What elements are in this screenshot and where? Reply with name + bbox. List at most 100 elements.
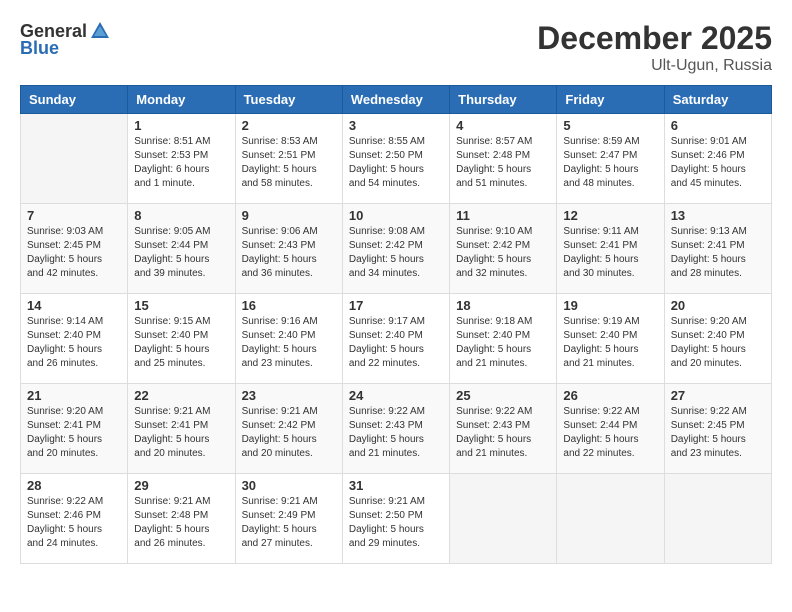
day-number: 21 <box>27 388 121 403</box>
calendar-cell <box>450 474 557 564</box>
day-info: Sunrise: 9:18 AM Sunset: 2:40 PM Dayligh… <box>456 315 550 371</box>
month-year-title: December 2025 <box>537 20 772 57</box>
calendar-cell: 2Sunrise: 8:53 AM Sunset: 2:51 PM Daylig… <box>235 114 342 204</box>
column-header-friday: Friday <box>557 86 664 114</box>
calendar-week-row: 28Sunrise: 9:22 AM Sunset: 2:46 PM Dayli… <box>21 474 772 564</box>
day-number: 10 <box>349 208 443 223</box>
calendar-header-row: SundayMondayTuesdayWednesdayThursdayFrid… <box>21 86 772 114</box>
day-info: Sunrise: 9:14 AM Sunset: 2:40 PM Dayligh… <box>27 315 121 371</box>
calendar-cell: 12 Sunrise: 9:11 AM Sunset: 2:41 PM Dayli… <box>557 204 664 294</box>
day-info: Sunrise: 9:22 AM Sunset: 2:43 PM Dayligh… <box>349 405 443 461</box>
day-info: Sunrise: 8:59 AM Sunset: 2:47 PM Dayligh… <box>563 135 657 191</box>
day-number: 27 <box>671 388 765 403</box>
day-number: 25 <box>456 388 550 403</box>
header: General Blue December 2025 Ult-Ugun, Rus… <box>20 20 772 75</box>
day-info: Sunrise: 9:05 AM Sunset: 2:44 PM Dayligh… <box>134 225 228 281</box>
day-number: 12 <box>563 208 657 223</box>
calendar-week-row: 1 Sunrise: 8:51 AM Sunset: 2:53 PM Daylig… <box>21 114 772 204</box>
calendar-cell: 22 Sunrise: 9:21 AM Sunset: 2:41 PM Dayli… <box>128 384 235 474</box>
day-number: 17 <box>349 298 443 313</box>
calendar-cell: 4 Sunrise: 8:57 AM Sunset: 2:48 PM Daylig… <box>450 114 557 204</box>
calendar-cell: 16Sunrise: 9:16 AM Sunset: 2:40 PM Dayli… <box>235 294 342 384</box>
calendar-cell: 6 Sunrise: 9:01 AM Sunset: 2:46 PM Daylig… <box>664 114 771 204</box>
day-number: 29 <box>134 478 228 493</box>
calendar-cell: 11 Sunrise: 9:10 AM Sunset: 2:42 PM Dayli… <box>450 204 557 294</box>
day-info: Sunrise: 9:22 AM Sunset: 2:46 PM Dayligh… <box>27 495 121 551</box>
location-subtitle: Ult-Ugun, Russia <box>537 57 772 75</box>
calendar-cell: 29 Sunrise: 9:21 AM Sunset: 2:48 PM Dayli… <box>128 474 235 564</box>
calendar-cell <box>557 474 664 564</box>
day-number: 22 <box>134 388 228 403</box>
calendar-cell: 27 Sunrise: 9:22 AM Sunset: 2:45 PM Dayli… <box>664 384 771 474</box>
calendar-cell: 18 Sunrise: 9:18 AM Sunset: 2:40 PM Dayli… <box>450 294 557 384</box>
day-info: Sunrise: 9:22 AM Sunset: 2:44 PM Dayligh… <box>563 405 657 461</box>
calendar-cell: 30 Sunrise: 9:21 AM Sunset: 2:49 PM Dayli… <box>235 474 342 564</box>
day-number: 11 <box>456 208 550 223</box>
day-info: Sunrise: 8:57 AM Sunset: 2:48 PM Dayligh… <box>456 135 550 191</box>
calendar-cell: 1 Sunrise: 8:51 AM Sunset: 2:53 PM Daylig… <box>128 114 235 204</box>
calendar-cell: 7Sunrise: 9:03 AM Sunset: 2:45 PM Daylig… <box>21 204 128 294</box>
day-number: 26 <box>563 388 657 403</box>
day-number: 20 <box>671 298 765 313</box>
day-number: 8 <box>134 208 228 223</box>
day-number: 15 <box>134 298 228 313</box>
day-info: Sunrise: 9:20 AM Sunset: 2:41 PM Dayligh… <box>27 405 121 461</box>
day-info: Sunrise: 9:21 AM Sunset: 2:49 PM Dayligh… <box>242 495 336 551</box>
day-info: Sunrise: 9:03 AM Sunset: 2:45 PM Dayligh… <box>27 225 121 281</box>
column-header-saturday: Saturday <box>664 86 771 114</box>
calendar-cell: 14 Sunrise: 9:14 AM Sunset: 2:40 PM Dayli… <box>21 294 128 384</box>
calendar-cell: 19Sunrise: 9:19 AM Sunset: 2:40 PM Dayli… <box>557 294 664 384</box>
column-header-tuesday: Tuesday <box>235 86 342 114</box>
calendar-cell: 25 Sunrise: 9:22 AM Sunset: 2:43 PM Dayli… <box>450 384 557 474</box>
day-info: Sunrise: 9:01 AM Sunset: 2:46 PM Dayligh… <box>671 135 765 191</box>
day-info: Sunrise: 9:13 AM Sunset: 2:41 PM Dayligh… <box>671 225 765 281</box>
title-area: December 2025 Ult-Ugun, Russia <box>537 20 772 75</box>
day-info: Sunrise: 9:11 AM Sunset: 2:41 PM Dayligh… <box>563 225 657 281</box>
column-header-wednesday: Wednesday <box>342 86 449 114</box>
day-info: Sunrise: 9:21 AM Sunset: 2:42 PM Dayligh… <box>242 405 336 461</box>
calendar-week-row: 7Sunrise: 9:03 AM Sunset: 2:45 PM Daylig… <box>21 204 772 294</box>
day-info: Sunrise: 9:20 AM Sunset: 2:40 PM Dayligh… <box>671 315 765 371</box>
calendar-cell: 20 Sunrise: 9:20 AM Sunset: 2:40 PM Dayli… <box>664 294 771 384</box>
calendar-week-row: 21 Sunrise: 9:20 AM Sunset: 2:41 PM Dayli… <box>21 384 772 474</box>
day-number: 4 <box>456 118 550 133</box>
day-info: Sunrise: 9:15 AM Sunset: 2:40 PM Dayligh… <box>134 315 228 371</box>
calendar-cell <box>664 474 771 564</box>
column-header-thursday: Thursday <box>450 86 557 114</box>
calendar-table: SundayMondayTuesdayWednesdayThursdayFrid… <box>20 85 772 564</box>
day-info: Sunrise: 9:17 AM Sunset: 2:40 PM Dayligh… <box>349 315 443 371</box>
calendar-week-row: 14 Sunrise: 9:14 AM Sunset: 2:40 PM Dayli… <box>21 294 772 384</box>
day-info: Sunrise: 9:21 AM Sunset: 2:41 PM Dayligh… <box>134 405 228 461</box>
day-info: Sunrise: 9:10 AM Sunset: 2:42 PM Dayligh… <box>456 225 550 281</box>
logo-icon <box>89 20 111 42</box>
column-header-monday: Monday <box>128 86 235 114</box>
calendar-cell: 8 Sunrise: 9:05 AM Sunset: 2:44 PM Daylig… <box>128 204 235 294</box>
day-info: Sunrise: 8:53 AM Sunset: 2:51 PM Dayligh… <box>242 135 336 191</box>
day-number: 14 <box>27 298 121 313</box>
calendar-cell: 3 Sunrise: 8:55 AM Sunset: 2:50 PM Daylig… <box>342 114 449 204</box>
logo: General Blue <box>20 20 113 59</box>
day-info: Sunrise: 9:21 AM Sunset: 2:50 PM Dayligh… <box>349 495 443 551</box>
day-number: 13 <box>671 208 765 223</box>
day-number: 16 <box>242 298 336 313</box>
day-number: 24 <box>349 388 443 403</box>
column-header-sunday: Sunday <box>21 86 128 114</box>
calendar-cell: 23Sunrise: 9:21 AM Sunset: 2:42 PM Dayli… <box>235 384 342 474</box>
day-number: 6 <box>671 118 765 133</box>
day-info: Sunrise: 9:19 AM Sunset: 2:40 PM Dayligh… <box>563 315 657 371</box>
day-info: Sunrise: 9:08 AM Sunset: 2:42 PM Dayligh… <box>349 225 443 281</box>
day-info: Sunrise: 8:51 AM Sunset: 2:53 PM Dayligh… <box>134 135 228 191</box>
calendar-cell: 15 Sunrise: 9:15 AM Sunset: 2:40 PM Dayli… <box>128 294 235 384</box>
day-number: 18 <box>456 298 550 313</box>
day-info: Sunrise: 8:55 AM Sunset: 2:50 PM Dayligh… <box>349 135 443 191</box>
day-number: 1 <box>134 118 228 133</box>
day-info: Sunrise: 9:22 AM Sunset: 2:43 PM Dayligh… <box>456 405 550 461</box>
calendar-cell: 5 Sunrise: 8:59 AM Sunset: 2:47 PM Daylig… <box>557 114 664 204</box>
day-number: 3 <box>349 118 443 133</box>
day-info: Sunrise: 9:21 AM Sunset: 2:48 PM Dayligh… <box>134 495 228 551</box>
day-info: Sunrise: 9:06 AM Sunset: 2:43 PM Dayligh… <box>242 225 336 281</box>
day-number: 30 <box>242 478 336 493</box>
calendar-cell: 9Sunrise: 9:06 AM Sunset: 2:43 PM Daylig… <box>235 204 342 294</box>
day-info: Sunrise: 9:22 AM Sunset: 2:45 PM Dayligh… <box>671 405 765 461</box>
day-number: 5 <box>563 118 657 133</box>
